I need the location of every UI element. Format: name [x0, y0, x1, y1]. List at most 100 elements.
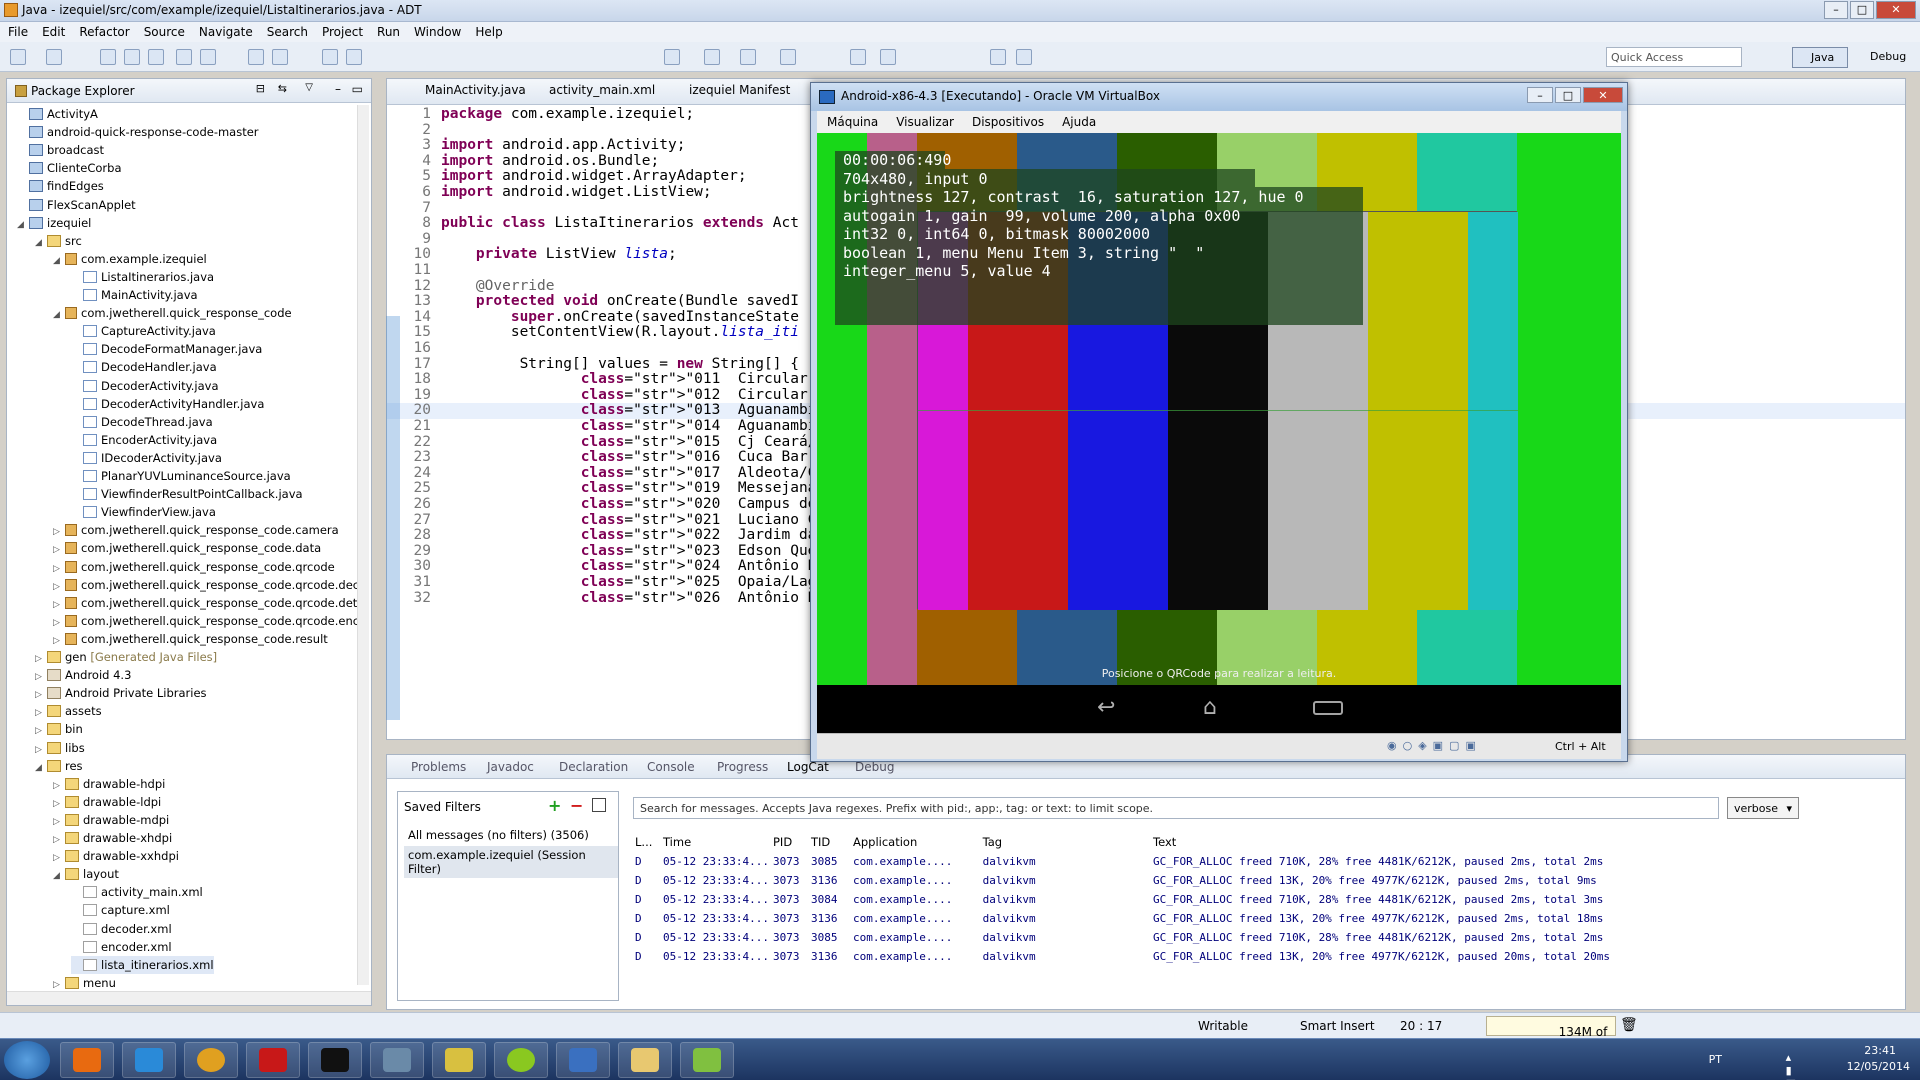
new-icon[interactable] — [10, 49, 26, 65]
back-icon[interactable] — [990, 49, 1006, 65]
debug-icon[interactable] — [664, 49, 680, 65]
tree-item[interactable]: ▷ com.jwetherell.quick_response_code.qrco… — [53, 576, 359, 594]
quick-access-input[interactable]: Quick Access — [1606, 47, 1742, 67]
clock-time[interactable]: 23:41 — [1864, 1044, 1896, 1057]
lint-icon[interactable] — [248, 49, 264, 65]
tree-item[interactable]: ▷ com.jwetherell.quick_response_code.qrco… — [53, 594, 364, 612]
tree-item[interactable]: ▷ com.jwetherell.quick_response_code.data — [53, 539, 321, 557]
new-class-icon[interactable] — [780, 49, 796, 65]
tree-item[interactable]: ▷ assets — [35, 702, 102, 720]
perspective-java-button[interactable]: Java — [1792, 47, 1848, 68]
tab-console[interactable]: Console — [631, 760, 695, 774]
perspective-debug-button[interactable]: Debug — [1852, 47, 1916, 68]
heap-status[interactable]: 134M of 316M — [1486, 1016, 1616, 1057]
home-nav-icon[interactable]: ⌂ — [1203, 697, 1233, 719]
view-menu-icon[interactable]: ▽ — [305, 82, 313, 93]
menu-refactor[interactable]: Refactor — [79, 22, 129, 42]
tree-item[interactable]: activity_main.xml — [71, 883, 203, 901]
tree-item[interactable]: encoder.xml — [71, 938, 172, 956]
new-package-icon[interactable] — [346, 49, 362, 65]
minimize-view-icon[interactable]: – — [335, 82, 341, 96]
column-header[interactable]: Tag — [983, 835, 1002, 849]
export-icon[interactable] — [148, 49, 164, 65]
open-type-icon[interactable] — [850, 49, 866, 65]
tree-item[interactable]: ViewfinderResultPointCallback.java — [71, 485, 303, 503]
tree-item[interactable]: ▷ drawable-mdpi — [53, 811, 169, 829]
vm-screen[interactable]: 00:00:06:490 704x480, input 0 brightness 1… — [817, 133, 1621, 733]
close-button[interactable]: ✕ — [1876, 1, 1916, 19]
add-filter-icon[interactable]: + — [548, 796, 561, 815]
brackets-task[interactable] — [494, 1042, 548, 1078]
tree-item[interactable]: ▷ bin — [35, 720, 83, 738]
network-task[interactable] — [432, 1042, 486, 1078]
external-tools-icon[interactable] — [740, 49, 756, 65]
tree-item[interactable]: ▷ libs — [35, 739, 85, 757]
tree-item[interactable]: IDecoderActivity.java — [71, 449, 222, 467]
filter-all-messages[interactable]: All messages (no filters) (3506) — [408, 828, 589, 842]
vbox-menu-visualizar[interactable]: Visualizar — [896, 111, 954, 133]
column-header[interactable]: Application — [853, 835, 917, 849]
expanded-arrow-icon[interactable]: ◢ — [35, 234, 47, 252]
tree-item[interactable]: ListaItinerarios.java — [71, 268, 214, 286]
tab-debug[interactable]: Debug — [839, 760, 894, 774]
filter-session[interactable]: com.example.izequiel (Session Filter) — [404, 846, 618, 878]
save-icon[interactable] — [46, 49, 62, 65]
tree-item[interactable]: android-quick-response-code-master — [17, 123, 259, 141]
column-header[interactable]: L... — [635, 835, 652, 849]
menu-navigate[interactable]: Navigate — [199, 22, 253, 42]
tree-item[interactable]: capture.xml — [71, 901, 170, 919]
explorer-task[interactable] — [618, 1042, 672, 1078]
import-icon[interactable] — [124, 49, 140, 65]
tree-item[interactable]: DecodeHandler.java — [71, 358, 217, 376]
menu-edit[interactable]: Edit — [42, 22, 65, 42]
vbox-minimize-button[interactable]: – — [1527, 87, 1553, 103]
virtualbox-task[interactable] — [556, 1042, 610, 1078]
language-indicator[interactable]: PT — [1709, 1053, 1722, 1066]
run-icon[interactable] — [704, 49, 720, 65]
tree-item[interactable]: ViewfinderView.java — [71, 503, 216, 521]
tree-item[interactable]: ▷ com.jwetherell.quick_response_code.qrco… — [53, 612, 359, 630]
tree-item[interactable]: ▷ Android Private Libraries — [35, 684, 207, 702]
expanded-arrow-icon[interactable]: ◢ — [53, 252, 65, 270]
tree-item[interactable]: DecodeThread.java — [71, 413, 213, 431]
column-header[interactable]: TID — [811, 835, 830, 849]
tree-item[interactable]: ◢ layout — [53, 865, 119, 883]
ie-task[interactable] — [122, 1042, 176, 1078]
expanded-arrow-icon[interactable]: ◢ — [17, 216, 29, 234]
vbox-menu-ajuda[interactable]: Ajuda — [1062, 111, 1096, 133]
menu-window[interactable]: Window — [414, 22, 461, 42]
garbage-collect-icon[interactable]: 🗑 — [1620, 1017, 1638, 1033]
tree-item[interactable]: FlexScanApplet — [17, 196, 136, 214]
vbox-menu-maquina[interactable]: Máquina — [827, 111, 878, 133]
adt-task[interactable] — [680, 1042, 734, 1078]
clock-date[interactable]: 12/05/2014 — [1847, 1060, 1910, 1073]
collapse-all-icon[interactable]: ⊟ — [256, 82, 265, 95]
tree-item[interactable]: ▷ drawable-xhdpi — [53, 829, 172, 847]
expanded-arrow-icon[interactable]: ◢ — [35, 759, 47, 777]
tree-item[interactable]: findEdges — [17, 177, 104, 195]
menu-search[interactable]: Search — [267, 22, 308, 42]
filezilla-task[interactable] — [246, 1042, 300, 1078]
vertical-scrollbar[interactable] — [357, 105, 369, 985]
menu-source[interactable]: Source — [144, 22, 185, 42]
maximize-view-icon[interactable]: ▭ — [352, 82, 363, 96]
tab-manifest[interactable]: izequiel Manifest — [671, 83, 790, 97]
android-avd-icon[interactable] — [200, 49, 216, 65]
column-header[interactable]: PID — [773, 835, 792, 849]
tab-javadoc[interactable]: Javadoc — [471, 760, 534, 774]
tree-item[interactable]: ◢ src — [35, 232, 82, 250]
tree-item[interactable]: ▷ Android 4.3 — [35, 666, 131, 684]
menu-project[interactable]: Project — [322, 22, 363, 42]
tree-item[interactable]: ▷ drawable-xxhdpi — [53, 847, 179, 865]
tree-item[interactable]: lista_itinerarios.xml — [71, 955, 214, 974]
tree-item[interactable]: ClienteCorba — [17, 159, 122, 177]
maximize-button[interactable]: □ — [1850, 1, 1874, 19]
tree-item[interactable]: ◢ com.example.izequiel — [53, 250, 207, 268]
horizontal-scrollbar[interactable] — [7, 991, 371, 1005]
edit-filter-icon[interactable] — [592, 798, 606, 812]
tree-item[interactable]: ◢ com.jwetherell.quick_response_code — [53, 304, 292, 322]
expanded-arrow-icon[interactable]: ◢ — [53, 306, 65, 324]
tree-item[interactable]: ▷ menu — [53, 974, 116, 992]
build-icon[interactable] — [272, 49, 288, 65]
tree-item[interactable]: DecoderActivity.java — [71, 377, 219, 395]
